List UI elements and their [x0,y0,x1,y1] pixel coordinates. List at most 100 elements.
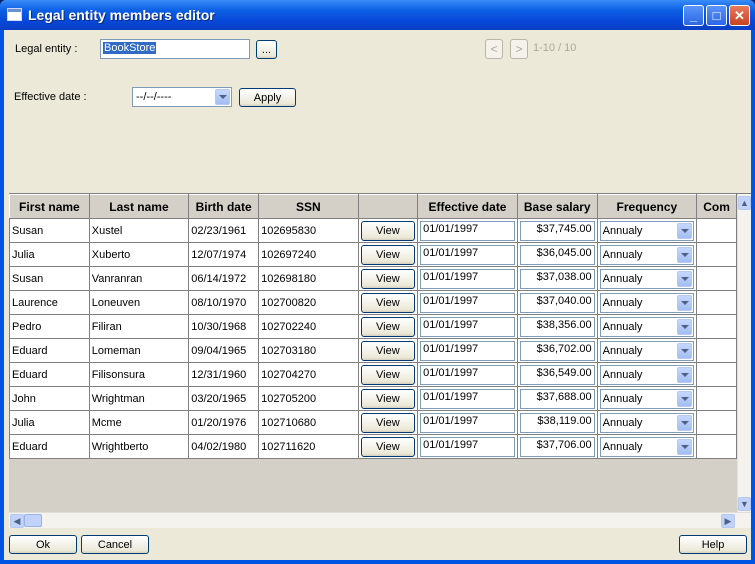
horizontal-scroll-thumb[interactable] [24,514,42,527]
prev-page-button[interactable]: < [485,39,503,59]
base-salary-field[interactable]: $36,702.00 [519,340,595,361]
column-header-birth-date[interactable]: Birth date [188,194,260,219]
frequency-select[interactable]: Annualy [599,436,695,457]
ssn-cell[interactable]: 102698180 [258,266,359,291]
commission-cell[interactable] [696,434,737,459]
commission-cell[interactable] [696,218,737,243]
base-salary-field[interactable]: $37,706.00 [519,436,595,457]
chevron-down-icon[interactable] [215,89,230,105]
legal-entity-input[interactable]: BookStore [100,39,250,59]
commission-cell[interactable] [696,410,737,435]
next-page-button[interactable]: > [510,39,528,59]
first-name-cell[interactable]: Eduard [9,338,90,363]
ok-button[interactable]: Ok [9,535,77,554]
ssn-cell[interactable]: 102711620 [258,434,359,459]
ssn-cell[interactable]: 102700820 [258,290,359,315]
commission-cell[interactable] [696,362,737,387]
ssn-cell[interactable]: 102702240 [258,314,359,339]
ssn-cell[interactable]: 102704270 [258,362,359,387]
last-name-cell[interactable]: Wrightman [88,386,190,411]
chevron-down-icon[interactable] [677,390,693,407]
chevron-down-icon[interactable] [677,438,693,455]
view-button[interactable]: View [360,388,416,409]
help-button[interactable]: Help [679,535,747,554]
commission-cell[interactable] [696,386,737,411]
last-name-cell[interactable]: Filiran [88,314,190,339]
view-button[interactable]: View [360,244,416,265]
effective-date-select[interactable]: --/--/---- [132,87,232,107]
maximize-button[interactable]: □ [706,5,727,26]
effective-date-field[interactable]: 01/01/1997 [420,436,515,457]
last-name-cell[interactable]: Wrightberto [88,434,190,459]
commission-cell[interactable] [696,242,737,267]
view-button[interactable]: View [360,364,416,385]
birth-date-cell[interactable]: 01/20/1976 [188,410,260,435]
frequency-select[interactable]: Annualy [599,244,695,265]
last-name-cell[interactable]: Xuberto [88,242,190,267]
effective-date-field[interactable]: 01/01/1997 [420,292,515,313]
base-salary-field[interactable]: $38,356.00 [519,316,595,337]
frequency-select[interactable]: Annualy [599,292,695,313]
birth-date-cell[interactable]: 12/31/1960 [188,362,260,387]
last-name-cell[interactable]: Mcme [88,410,190,435]
view-button[interactable]: View [360,412,416,433]
effective-date-field[interactable]: 01/01/1997 [420,316,515,337]
vertical-scrollbar[interactable]: ▲ ▼ [737,194,751,513]
view-button[interactable]: View [360,316,416,337]
first-name-cell[interactable]: Julia [9,410,90,435]
first-name-cell[interactable]: Eduard [9,434,90,459]
column-header-frequency[interactable]: Frequency [596,194,698,219]
column-header-view[interactable] [357,194,419,219]
view-button[interactable]: View [360,268,416,289]
table-row[interactable]: Eduard Lomeman 09/04/1965 102703180 View 01/0… [9,338,737,363]
scroll-left-icon[interactable]: ◀ [10,514,24,528]
scroll-right-icon[interactable]: ▶ [721,514,735,528]
table-row[interactable]: Susan Vanranran 06/14/1972 102698180 View 01/… [9,266,737,291]
first-name-cell[interactable]: Pedro [9,314,90,339]
column-header-effective-date[interactable]: Effective date [417,194,518,219]
effective-date-field[interactable]: 01/01/1997 [420,268,515,289]
table-row[interactable]: Susan Xustel 02/23/1961 102695830 View 01/01/… [9,218,737,243]
frequency-select[interactable]: Annualy [599,364,695,385]
frequency-select[interactable]: Annualy [599,412,695,433]
scroll-down-icon[interactable]: ▼ [738,497,751,511]
last-name-cell[interactable]: Loneuven [88,290,190,315]
column-header-last-name[interactable]: Last name [88,194,190,219]
view-button[interactable]: View [360,436,416,457]
birth-date-cell[interactable]: 09/04/1965 [188,338,260,363]
birth-date-cell[interactable]: 08/10/1970 [188,290,260,315]
minimize-button[interactable]: _ [683,5,704,26]
first-name-cell[interactable]: Susan [9,218,90,243]
frequency-select[interactable]: Annualy [599,316,695,337]
table-row[interactable]: Julia Xuberto 12/07/1974 102697240 View 01/01… [9,242,737,267]
table-row[interactable]: Julia Mcme 01/20/1976 102710680 View 01/01/19… [9,410,737,435]
apply-button[interactable]: Apply [239,88,296,107]
ssn-cell[interactable]: 102697240 [258,242,359,267]
first-name-cell[interactable]: John [9,386,90,411]
frequency-select[interactable]: Annualy [599,268,695,289]
cancel-button[interactable]: Cancel [81,535,149,554]
chevron-down-icon[interactable] [677,366,693,383]
first-name-cell[interactable]: Eduard [9,362,90,387]
last-name-cell[interactable]: Vanranran [88,266,190,291]
table-row[interactable]: John Wrightman 03/20/1965 102705200 View 01/0… [9,386,737,411]
effective-date-field[interactable]: 01/01/1997 [420,388,515,409]
title-bar[interactable]: Legal entity members editor _ □ ✕ [0,0,755,30]
table-row[interactable]: Eduard Filisonsura 12/31/1960 102704270 View… [9,362,737,387]
base-salary-field[interactable]: $37,038.00 [519,268,595,289]
first-name-cell[interactable]: Susan [9,266,90,291]
effective-date-field[interactable]: 01/01/1997 [420,244,515,265]
column-header-ssn[interactable]: SSN [258,194,359,219]
chevron-down-icon[interactable] [677,246,693,263]
last-name-cell[interactable]: Filisonsura [88,362,190,387]
birth-date-cell[interactable]: 10/30/1968 [188,314,260,339]
frequency-select[interactable]: Annualy [599,340,695,361]
effective-date-field[interactable]: 01/01/1997 [420,412,515,433]
ssn-cell[interactable]: 102705200 [258,386,359,411]
frequency-select[interactable]: Annualy [599,220,695,241]
scroll-up-icon[interactable]: ▲ [738,196,751,210]
birth-date-cell[interactable]: 03/20/1965 [188,386,260,411]
commission-cell[interactable] [696,314,737,339]
chevron-down-icon[interactable] [677,294,693,311]
view-button[interactable]: View [360,292,416,313]
